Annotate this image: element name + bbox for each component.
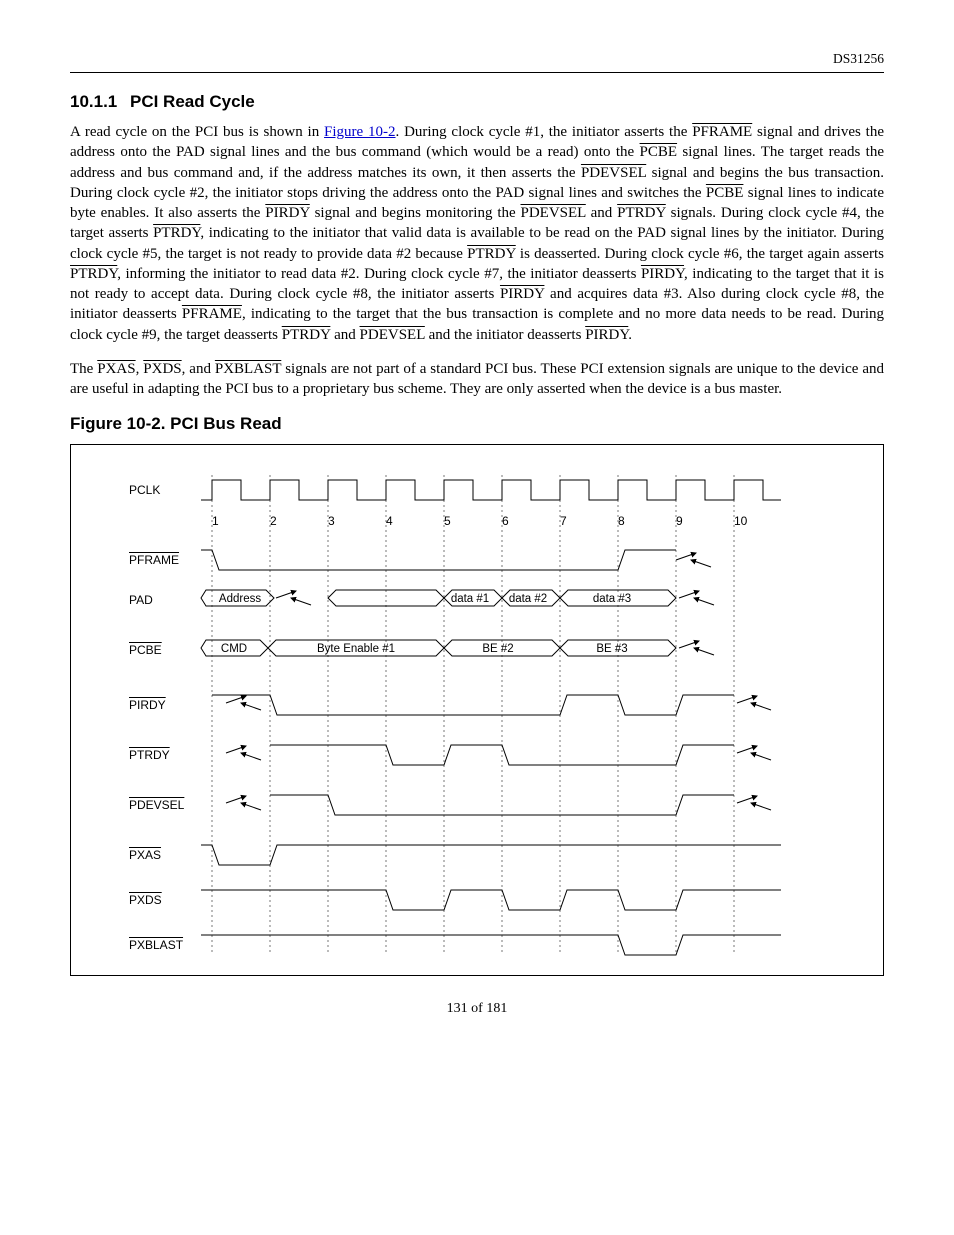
signal-pcbe: PCBE [706,185,744,201]
clk-num-9: 9 [676,513,683,529]
signal-ptrdy: PTRDY [467,246,516,262]
pad-data1: data #1 [444,592,496,608]
pcbe-be3: BE #3 [564,642,660,658]
row-label-pclk: PCLK [129,482,160,498]
figure-10-2: PCLK PFRAME PAD PCBE PIRDY PTRDY PDEVSEL… [70,444,884,976]
text: and the initiator deasserts [425,327,585,343]
text: . [628,327,632,343]
signal-pxblast: PXBLAST [215,361,281,377]
signal-pirdy: PIRDY [500,286,544,302]
signal-pirdy: PIRDY [265,205,309,221]
signal-pxas: PXAS [97,361,135,377]
row-label-pcbe: PCBE [129,642,162,658]
signal-pframe: PFRAME [692,124,752,140]
row-label-ptrdy: PTRDY [129,747,170,763]
text: signal and begins monitoring the [310,205,521,221]
signal-pdevsel: PDEVSEL [360,327,425,343]
text: and [586,205,617,221]
signal-pxds: PXDS [143,361,181,377]
row-label-pxds: PXDS [129,892,162,908]
signal-pirdy: PIRDY [641,266,684,282]
clk-num-7: 7 [560,513,567,529]
text: , informing the initiator to read data #… [117,266,641,282]
section-title: PCI Read Cycle [130,92,255,111]
row-label-pframe: PFRAME [129,552,179,568]
pad-data2: data #2 [502,592,554,608]
signal-ptrdy: PTRDY [153,225,200,241]
timing-diagram-svg [71,445,883,975]
text: is deasserted. During clock cycle #6, th… [516,246,884,262]
signal-pdevsel: PDEVSEL [581,165,646,181]
pcbe-be1: Byte Enable #1 [276,642,436,658]
pad-address: Address [211,592,269,608]
paragraph-2: The PXAS, PXDS, and PXBLAST signals are … [70,359,884,400]
text: The [70,361,97,377]
signal-ptrdy: PTRDY [282,327,331,343]
row-label-pirdy: PIRDY [129,697,166,713]
clk-num-2: 2 [270,513,277,529]
clk-num-3: 3 [328,513,335,529]
signal-pframe: PFRAME [182,306,242,322]
clk-num-10: 10 [734,513,747,529]
row-label-pad: PAD [129,592,153,608]
signal-ptrdy: PTRDY [617,205,666,221]
figure-title: Figure 10-2. PCI Bus Read [70,413,884,436]
clk-num-1: 1 [212,513,219,529]
row-label-pxblast: PXBLAST [129,937,183,953]
pcbe-cmd: CMD [212,642,256,658]
pcbe-be2: BE #2 [448,642,548,658]
text: A read cycle on the PCI bus is shown in [70,124,324,140]
text: . During clock cycle #1, the initiator a… [396,124,693,140]
signal-pirdy: PIRDY [585,327,628,343]
signal-ptrdy: PTRDY [70,266,117,282]
document-id-header: DS31256 [70,50,884,73]
clk-num-4: 4 [386,513,393,529]
text: and [330,327,359,343]
section-heading: 10.1.1 PCI Read Cycle [70,91,884,114]
clk-num-8: 8 [618,513,625,529]
text: , and [182,361,215,377]
signal-pcbe: PCBE [640,144,678,160]
signal-pdevsel: PDEVSEL [521,205,586,221]
paragraph-1: A read cycle on the PCI bus is shown in … [70,122,884,345]
pad-data3: data #3 [564,592,660,608]
section-number: 10.1.1 [70,92,117,111]
page-footer: 131 of 181 [70,1000,884,1019]
clk-num-5: 5 [444,513,451,529]
row-label-pxas: PXAS [129,847,161,863]
figure-link[interactable]: Figure 10-2 [324,124,395,140]
row-label-pdevsel: PDEVSEL [129,797,184,813]
clk-num-6: 6 [502,513,509,529]
